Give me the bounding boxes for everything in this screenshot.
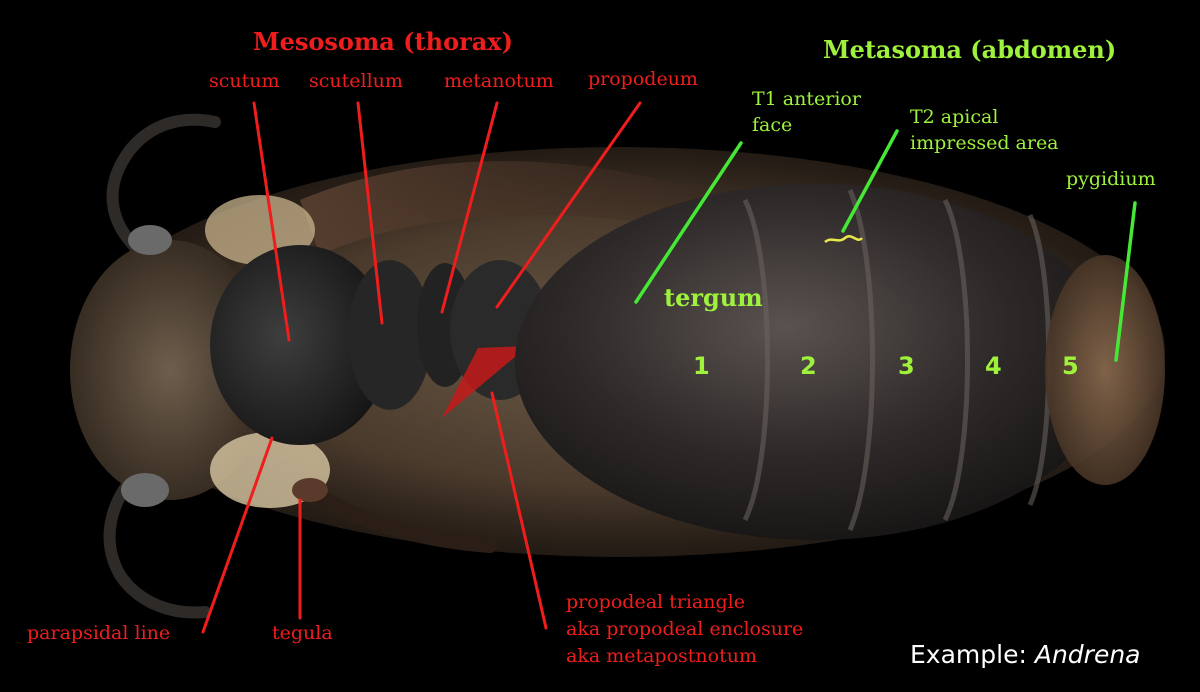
tergum-label: tergum (664, 283, 763, 312)
eye-lower (121, 473, 169, 507)
tegula-label: tegula (272, 622, 333, 644)
t2-apical-label-line-2: impressed area (910, 132, 1059, 154)
propodeal-triangle-label-line-2: aka propodeal enclosure (566, 618, 804, 640)
tergum-segment-1: 1 (693, 352, 710, 380)
t1-anterior-face-label-line-1: T1 anterior (752, 88, 861, 110)
parapsidal-line-label: parapsidal line (27, 622, 171, 644)
scutellum-label: scutellum (309, 70, 403, 92)
t1-anterior-face-label-line-2: face (752, 114, 793, 136)
pygidium-label: pygidium (1066, 168, 1156, 190)
metasoma-heading: Metasoma (abdomen) (823, 35, 1117, 64)
scutum-label: scutum (209, 70, 280, 92)
metanotum-label: metanotum (444, 70, 554, 92)
caption-prefix: Example: (910, 640, 1027, 669)
mesosoma-heading: Mesosoma (thorax) (253, 27, 513, 56)
bee-illustration (70, 101, 1165, 634)
propodeum-label: propodeum (588, 68, 698, 90)
propodeal-triangle-label-line-3: aka metapostnotum (566, 645, 757, 667)
eye-upper (128, 225, 172, 255)
example-caption: Example: Andrena (910, 641, 1140, 669)
bee-diagram: Mesosoma (thorax) Metasoma (abdomen) scu… (0, 0, 1200, 692)
tegula-plate (292, 478, 328, 502)
propodeal-triangle-label-line-1: propodeal triangle (566, 591, 745, 613)
tergum-segment-2: 2 (800, 352, 817, 380)
caption-genus: Andrena (1034, 640, 1141, 669)
tergum-segment-5: 5 (1062, 352, 1079, 380)
tergum-segment-3: 3 (898, 352, 915, 380)
t2-apical-label-line-1: T2 apical (910, 106, 999, 128)
tergum-segment-4: 4 (985, 352, 1002, 380)
